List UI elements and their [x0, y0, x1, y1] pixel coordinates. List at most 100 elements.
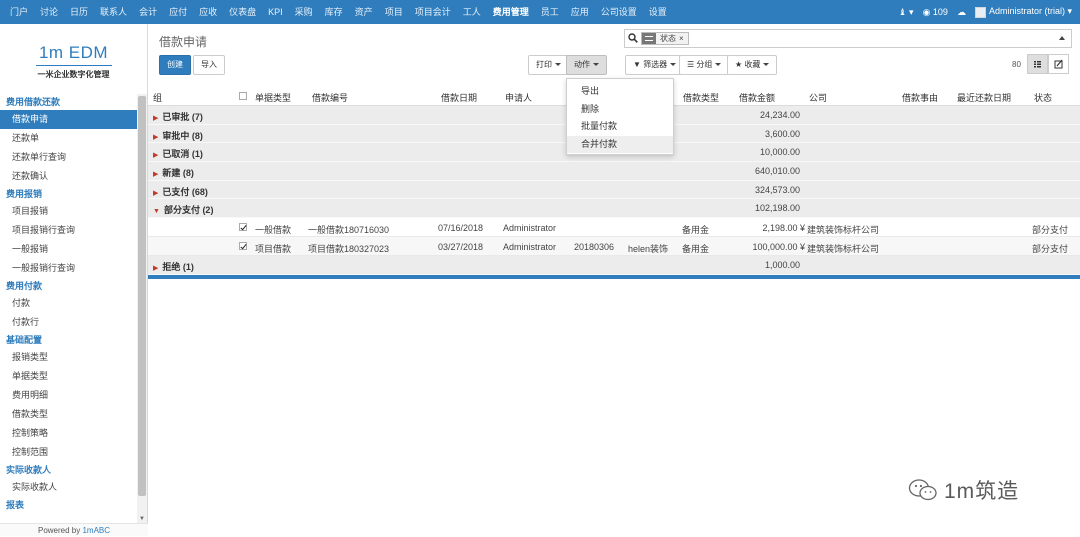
- col-loan-type[interactable]: 借款类型: [683, 91, 719, 104]
- sidebar-item[interactable]: 借款申请: [0, 110, 137, 129]
- topnav-item[interactable]: 采购: [289, 0, 319, 24]
- topnav-item[interactable]: KPI: [262, 0, 289, 24]
- row-checkbox[interactable]: [239, 223, 247, 232]
- topnav-item[interactable]: 员工: [535, 0, 565, 24]
- col-company[interactable]: 公司: [809, 91, 827, 104]
- topnav-item[interactable]: 门户: [4, 0, 34, 24]
- col-doc-type[interactable]: 单据类型: [255, 91, 291, 104]
- col-group[interactable]: 组: [153, 91, 162, 104]
- topnav-item[interactable]: 项目: [379, 0, 409, 24]
- caret-right-icon: ▶: [153, 265, 159, 273]
- sidebar-item[interactable]: 单据类型: [0, 367, 137, 386]
- sidebar-item[interactable]: 一般报销: [0, 240, 137, 259]
- col-amount[interactable]: 借款金额: [739, 91, 775, 104]
- sidebar-item[interactable]: 实际收款人: [0, 478, 137, 497]
- topnav-item[interactable]: 应付: [163, 0, 193, 24]
- sidebar-item[interactable]: 还款单: [0, 129, 137, 148]
- powered-brand[interactable]: 1mABC: [82, 526, 110, 535]
- group-amount: 10,000.00: [759, 147, 800, 158]
- chevron-up-icon[interactable]: [1059, 36, 1065, 40]
- group-label: ▶ 已审批 (7): [153, 110, 203, 123]
- table-row[interactable]: 一般借款 一般借款180716030 07/16/2018 Administrator…: [148, 218, 1080, 238]
- group-row[interactable]: ▶ 新建 (8) 640,010.00: [148, 162, 1080, 181]
- sidebar-item[interactable]: 一般报销行查询: [0, 259, 137, 278]
- print-button[interactable]: 打印: [528, 55, 569, 75]
- col-loan-date[interactable]: 借款日期: [441, 91, 477, 104]
- close-icon[interactable]: ×: [679, 33, 684, 44]
- sidebar-item[interactable]: 付款行: [0, 313, 137, 332]
- topnav-item[interactable]: 应用: [565, 0, 595, 24]
- sidebar-item[interactable]: 费用明细: [0, 386, 137, 405]
- col-applicant[interactable]: 申请人: [505, 91, 532, 104]
- topnav-item[interactable]: 费用管理: [487, 0, 535, 24]
- group-row[interactable]: ▶ 拒绝 (1) 1,000.00: [148, 256, 1080, 275]
- topnav-item[interactable]: 联系人: [94, 0, 133, 24]
- user-menu[interactable]: Administrator (trial) ▾: [974, 6, 1072, 18]
- row-checkbox[interactable]: [239, 242, 247, 251]
- topnav-item[interactable]: 项目会计: [409, 0, 457, 24]
- import-button[interactable]: 导入: [193, 55, 225, 75]
- sidebar-item[interactable]: 控制策略: [0, 424, 137, 443]
- logo[interactable]: 1m EDM 一米企业数字化管理: [0, 24, 147, 88]
- topnav-item[interactable]: 工人: [457, 0, 487, 24]
- group-label: ▶ 已取消 (1): [153, 147, 203, 160]
- sidebar-item[interactable]: 还款确认: [0, 167, 137, 186]
- filters-button[interactable]: ▼ 筛选器: [625, 55, 685, 75]
- col-repay-date[interactable]: 最近还款日期: [957, 91, 1011, 104]
- action-menu-item[interactable]: 批量付款: [567, 118, 673, 136]
- select-all-checkbox[interactable]: [239, 92, 247, 100]
- list-view-button[interactable]: [1027, 54, 1048, 74]
- sidebar-scroll-thumb[interactable]: [138, 96, 146, 496]
- sidebar-item[interactable]: 控制范围: [0, 443, 137, 462]
- form-view-button[interactable]: [1048, 54, 1069, 74]
- sidebar-item[interactable]: 项目报销: [0, 202, 137, 221]
- col-reason[interactable]: 借款事由: [902, 91, 938, 104]
- bell-icon[interactable]: ♝ ▾: [898, 7, 913, 18]
- table-row[interactable]: 项目借款 项目借款180327023 03/27/2018 Administrator…: [148, 237, 1080, 257]
- favorites-button[interactable]: ★ 收藏: [727, 55, 778, 75]
- group-row[interactable]: ▼ 部分支付 (2) 102,198.00: [148, 199, 1080, 219]
- caret-right-icon: ▶: [153, 189, 159, 197]
- chat-icon[interactable]: ☁: [957, 7, 966, 18]
- sidebar-item[interactable]: 还款单行查询: [0, 148, 137, 167]
- sidebar-section-title: 费用报销: [6, 189, 43, 199]
- search-facet[interactable]: 状态 ×: [641, 32, 689, 45]
- topnav-item[interactable]: 会计: [133, 0, 163, 24]
- messages[interactable]: ◉ 109: [923, 7, 948, 18]
- groupby-button[interactable]: ☰ 分组: [679, 55, 730, 75]
- sidebar-item[interactable]: 付款: [0, 294, 137, 313]
- col-status[interactable]: 状态: [1034, 91, 1052, 104]
- topnav-item[interactable]: 资产: [349, 0, 379, 24]
- group-label: ▶ 拒绝 (1): [153, 260, 194, 273]
- action-button[interactable]: 动作: [566, 55, 607, 75]
- logo-brand: 1m EDM: [38, 43, 109, 62]
- topnav-item[interactable]: 公司设置: [595, 0, 643, 24]
- page-title: 借款申请: [159, 35, 208, 49]
- col-loan-no[interactable]: 借款编号: [312, 91, 348, 104]
- pager-value[interactable]: 80: [1012, 60, 1021, 69]
- sidebar-item[interactable]: 借款类型: [0, 405, 137, 424]
- topnav-item[interactable]: 日历: [64, 0, 94, 24]
- action-menu-item[interactable]: 合并付款: [567, 135, 673, 153]
- topnav-item[interactable]: 库存: [319, 0, 349, 24]
- search-icon: [628, 33, 638, 43]
- action-menu-item[interactable]: 删除: [567, 101, 673, 119]
- action-menu-item[interactable]: 导出: [567, 83, 673, 101]
- group-amount: 324,573.00: [754, 184, 800, 195]
- group-row[interactable]: ▶ 已支付 (68) 324,573.00: [148, 180, 1080, 200]
- sidebar-item[interactable]: 报销类型: [0, 348, 137, 367]
- sidebar-item[interactable]: 项目报销行查询: [0, 221, 137, 240]
- caret-right-icon: ▶: [153, 133, 159, 141]
- powered-prefix: Powered by: [37, 526, 83, 535]
- top-menu: 门户 讨论 日历 联系人 会计 应付 应收 仪表盘 KPI 采购 库存 资产 项目 项目会计 工人 费用管理员…: [0, 0, 673, 24]
- topnav-item[interactable]: 讨论: [34, 0, 64, 24]
- topnav-item[interactable]: 仪表盘: [223, 0, 262, 24]
- scroll-down-icon[interactable]: ▼: [139, 516, 145, 522]
- search-box[interactable]: 状态 ×: [624, 29, 1072, 48]
- list-icon: ☰: [687, 60, 695, 69]
- group-amount: 102,198.00: [754, 203, 800, 214]
- sidebar-scrollbar[interactable]: [137, 94, 147, 526]
- topnav-item[interactable]: 应收: [193, 0, 223, 24]
- create-button[interactable]: 创建: [159, 55, 191, 75]
- topnav-item[interactable]: 设置: [643, 0, 673, 24]
